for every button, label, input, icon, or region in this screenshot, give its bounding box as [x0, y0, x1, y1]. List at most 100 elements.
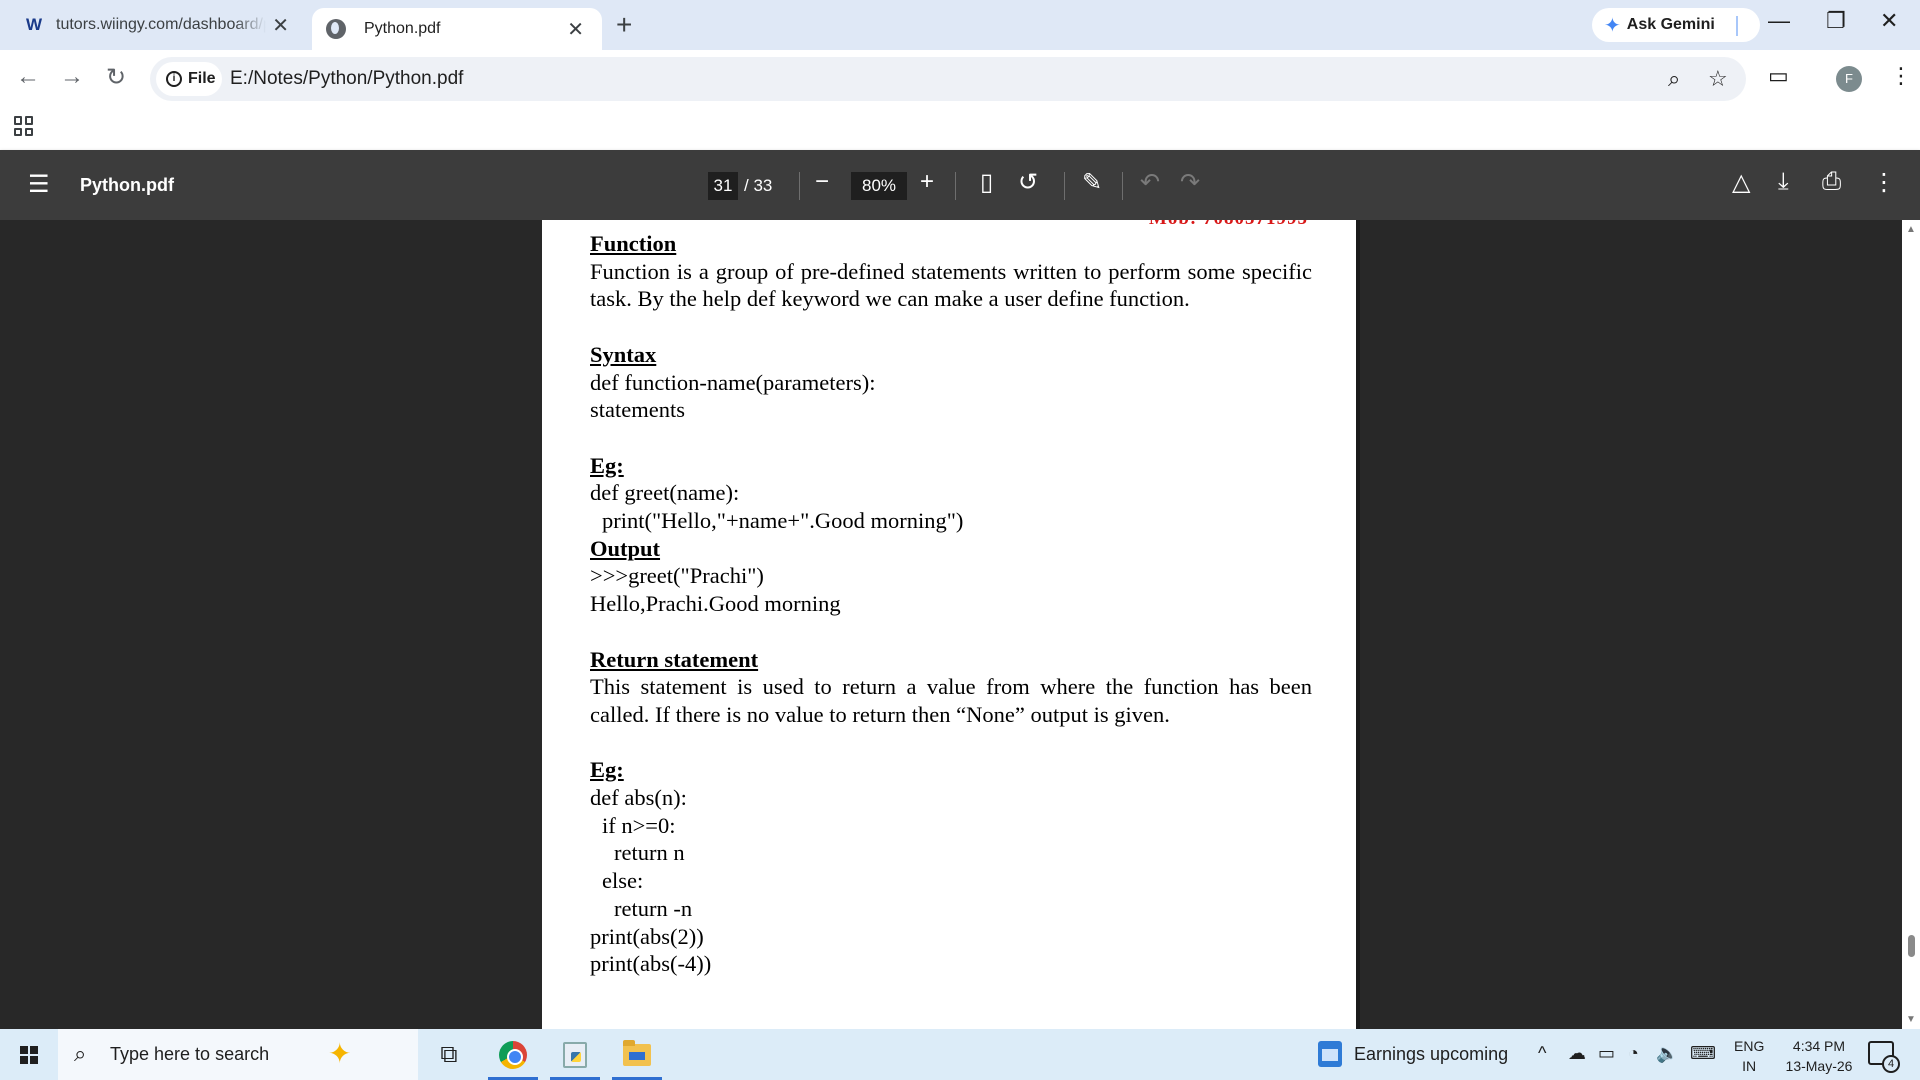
print-icon[interactable]: ⎙: [1822, 168, 1841, 196]
clock[interactable]: 4:34 PM 13-May-26: [1774, 1036, 1864, 1076]
task-view-button[interactable]: ⧉: [420, 1029, 478, 1080]
python-file-icon: [563, 1041, 587, 1068]
divider: [799, 172, 800, 200]
tab-title: Python.pdf: [364, 20, 441, 37]
notification-count: 4: [1882, 1055, 1900, 1073]
tab-wiingy[interactable]: W tutors.wiingy.com/dashboard/p ✕: [12, 0, 307, 50]
news-label: Earnings upcoming: [1354, 1043, 1509, 1064]
zoom-icon[interactable]: ⌕: [1668, 66, 1680, 92]
menu-icon[interactable]: ☰: [28, 170, 50, 199]
reload-icon[interactable]: ↻: [106, 63, 126, 92]
forward-icon[interactable]: →: [60, 63, 84, 91]
cast-search-icon[interactable]: ▭: [1768, 63, 1789, 89]
text-line: else:: [602, 868, 644, 894]
lang-top: ENG: [1734, 1038, 1765, 1054]
windows-start-icon[interactable]: [20, 1046, 38, 1064]
apps-grid-icon[interactable]: [14, 116, 34, 136]
zoom-in-icon[interactable]: +: [920, 168, 934, 196]
text-line: print(abs(2)): [590, 923, 704, 949]
speaker-icon[interactable]: 🔈: [1656, 1043, 1678, 1064]
section-heading: Function: [590, 231, 677, 256]
info-icon: i: [166, 71, 182, 87]
zoom-input[interactable]: 80%: [851, 172, 907, 200]
task-view-icon: ⧉: [440, 1040, 458, 1068]
chrome-taskbar-button[interactable]: [484, 1029, 542, 1080]
page-total: / 33: [744, 176, 773, 195]
more-vert-icon[interactable]: ⋮: [1890, 63, 1912, 89]
clock-date: 13-May-26: [1785, 1058, 1853, 1074]
calendar-icon: [1318, 1041, 1342, 1067]
scroll-up-icon[interactable]: ▲: [1906, 224, 1916, 235]
back-icon[interactable]: ←: [16, 63, 40, 91]
site-info-chip[interactable]: i File: [156, 62, 222, 96]
pdf-page: Mob: 7080571995 FunctionFunction is a gr…: [542, 220, 1360, 1029]
avatar[interactable]: F: [1836, 66, 1862, 92]
more-vert-icon[interactable]: ⋮: [1872, 168, 1896, 197]
divider: [1064, 172, 1065, 200]
text-line: return n: [614, 840, 685, 866]
annotate-icon[interactable]: ✎: [1082, 168, 1102, 197]
text-line: print("Hello,"+name+".Good morning"): [602, 508, 964, 533]
section-heading: Eg:: [590, 757, 624, 783]
vertical-scrollbar[interactable]: ▲ ▼: [1902, 220, 1920, 1029]
redo-icon[interactable]: ↷: [1180, 168, 1200, 197]
page-header-fragment: Mob: 7080571995: [1149, 220, 1308, 230]
text-line: if n>=0:: [602, 812, 676, 838]
file-explorer-taskbar-button[interactable]: [608, 1029, 666, 1080]
python-file-taskbar-button[interactable]: [546, 1029, 604, 1080]
restore-icon[interactable]: ❐: [1826, 8, 1846, 34]
url-text[interactable]: E:/Notes/Python/Python.pdf: [230, 68, 463, 90]
text-line: Function is a group of pre-defined state…: [590, 258, 1312, 312]
address-row: ← → ↻ i File E:/Notes/Python/Python.pdf …: [0, 50, 1920, 108]
text-line: statements: [590, 397, 685, 423]
clock-time: 4:34 PM: [1792, 1038, 1846, 1054]
chevron-up-icon[interactable]: ^: [1538, 1043, 1546, 1064]
close-window-icon[interactable]: ✕: [1880, 8, 1898, 34]
text-line: print(abs(-4)): [590, 951, 712, 977]
star-icon[interactable]: ☆: [1708, 66, 1728, 92]
chip-label: File: [188, 70, 216, 87]
ask-gemini-button[interactable]: ✦ Ask Gemini: [1592, 8, 1760, 42]
cloud-off-icon[interactable]: ☁: [1568, 1043, 1586, 1064]
text-line: Hello,Prachi.Good morning: [590, 591, 841, 617]
tab-close-icon[interactable]: ✕: [567, 17, 584, 42]
text-line: def greet(name):: [590, 480, 740, 506]
ask-gemini-label: Ask Gemini: [1626, 16, 1715, 33]
battery-icon[interactable]: ▭: [1598, 1043, 1615, 1064]
keyboard-icon[interactable]: ⌨: [1690, 1043, 1716, 1064]
tab-python-pdf[interactable]: Python.pdf ✕: [312, 8, 602, 50]
section-heading: Return statement: [590, 646, 759, 672]
chrome-icon: [499, 1040, 527, 1069]
save-to-drive-icon[interactable]: △: [1732, 168, 1750, 197]
rotate-icon[interactable]: ↺: [1018, 168, 1038, 197]
screen: W tutors.wiingy.com/dashboard/p ✕ Python…: [0, 0, 1920, 1080]
omnibox[interactable]: i File E:/Notes/Python/Python.pdf ⌕ ☆: [150, 57, 1746, 101]
taskbar-search[interactable]: ⌕ Type here to search ✦: [58, 1029, 418, 1080]
zoom-out-icon[interactable]: −: [815, 168, 829, 196]
tab-title: tutors.wiingy.com/dashboard/p: [56, 16, 266, 33]
globe-icon: [326, 19, 346, 39]
minimize-icon[interactable]: —: [1768, 8, 1790, 34]
pdf-viewer[interactable]: Mob: 7080571995 FunctionFunction is a gr…: [0, 220, 1920, 1029]
divider: [1736, 16, 1738, 36]
scroll-down-icon[interactable]: ▼: [1906, 1014, 1916, 1025]
new-tab-icon[interactable]: +: [616, 9, 632, 41]
section-heading: Syntax: [590, 341, 657, 367]
tab-close-icon[interactable]: ✕: [272, 13, 289, 38]
copilot-sparkle-icon[interactable]: ✦: [328, 1037, 351, 1070]
wiingy-favicon-icon: W: [26, 15, 43, 34]
download-icon[interactable]: ⤓: [1778, 168, 1789, 196]
wifi-icon[interactable]: ◔: [1628, 1043, 1639, 1064]
divider: [1122, 172, 1123, 200]
search-placeholder: Type here to search: [110, 1044, 270, 1064]
page-number-input[interactable]: 31: [708, 172, 738, 200]
scroll-thumb[interactable]: [1908, 935, 1915, 957]
language-indicator[interactable]: ENG IN: [1734, 1036, 1764, 1076]
news-widget[interactable]: Earnings upcoming: [1318, 1041, 1508, 1067]
fit-page-icon[interactable]: ▯: [980, 168, 993, 197]
undo-icon[interactable]: ↶: [1140, 168, 1160, 197]
